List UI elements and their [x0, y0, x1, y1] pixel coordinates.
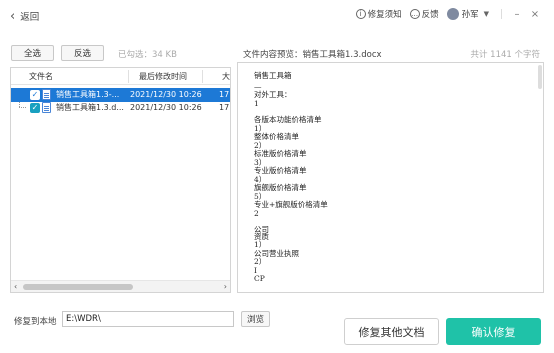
preview-line: 整体价格清单 — [254, 132, 299, 141]
preview-line: 专业版价格清单 — [254, 166, 307, 175]
preview-line: 对外工具： — [254, 90, 292, 99]
back-button[interactable]: ‹ 返回 — [10, 8, 40, 24]
file-modified: 2021/12/30 10:26 — [130, 90, 202, 99]
avatar — [446, 8, 459, 20]
column-header-modified[interactable]: 最后修改时间 — [139, 68, 187, 85]
user-name: 孙军 — [461, 10, 479, 20]
file-size: 17 — [219, 103, 230, 112]
checkbox-checked-icon[interactable]: ✓ — [30, 90, 40, 100]
repair-notice-button[interactable]: i 修复须知 — [355, 8, 402, 20]
file-name: 销售工具箱1.3-... — [56, 90, 120, 99]
document-icon — [42, 89, 51, 100]
char-count: 共计 1141 个字符 — [470, 50, 540, 60]
restore-path-input[interactable]: E:\WDR\ — [62, 311, 234, 327]
caret-down-icon: ▼ — [483, 10, 489, 18]
column-header-name[interactable]: 文件名 — [29, 68, 53, 85]
select-all-button[interactable]: 全选 — [11, 45, 54, 61]
restore-location-label: 修复到本地 — [14, 317, 57, 327]
scroll-thumb[interactable] — [23, 284, 133, 290]
checkbox-checked-icon[interactable]: ✓ — [30, 103, 40, 113]
preview-line: 旗舰版价格清单 — [254, 183, 307, 192]
file-row[interactable]: ✓ 销售工具箱1.3-... 2021/12/30 10:26 17 — [11, 88, 230, 102]
vertical-scrollbar[interactable] — [538, 65, 542, 89]
scroll-left-icon[interactable]: ‹ — [14, 282, 17, 291]
column-header-size[interactable]: 大 — [222, 68, 230, 85]
scroll-right-icon[interactable]: › — [224, 282, 227, 291]
repair-other-docs-button[interactable]: 修复其他文档 — [344, 318, 439, 345]
preview-line: 各版本功能价格清单 — [254, 115, 322, 124]
close-button[interactable]: × — [526, 9, 544, 20]
feedback-label: 反馈 — [421, 10, 439, 20]
preview-title: 文件内容预览：销售工具箱1.3.docx — [243, 50, 382, 60]
document-icon — [42, 102, 51, 113]
file-name: 销售工具箱1.3.d... — [56, 103, 124, 112]
title-bar-actions: i 修复须知 … 反馈 孙军 ▼ – × — [355, 8, 544, 20]
file-list[interactable]: 文件名 最后修改时间 大 ✓ 销售工具箱1.3-... 2021/12/30 1… — [10, 67, 231, 293]
preview-panel[interactable]: 销售工具箱 — 对外工具： 1 各版本功能价格清单 1） 整体价格清单 2） 标准版价格清单 3）… — [237, 62, 544, 293]
preview-line: 1） — [254, 240, 267, 249]
chat-icon: … — [409, 9, 420, 19]
info-icon: i — [355, 9, 366, 19]
file-list-header: 文件名 最后修改时间 大 — [11, 68, 230, 85]
preview-line: 标准版价格清单 — [254, 149, 307, 158]
selected-size-info: 已勾选：34 KB — [118, 50, 177, 60]
invert-selection-button[interactable]: 反选 — [61, 45, 104, 61]
preview-line: 销售工具箱 — [254, 71, 292, 80]
preview-line: 2 — [254, 209, 259, 218]
chevron-left-icon: ‹ — [10, 8, 16, 24]
file-size: 17 — [219, 90, 230, 99]
column-divider[interactable] — [128, 70, 129, 83]
file-row[interactable]: ✓ 销售工具箱1.3.d... 2021/12/30 10:26 17 — [11, 101, 230, 115]
title-bar: ‹ 返回 i 修复须知 … 反馈 孙军 ▼ – × — [0, 0, 554, 32]
divider — [501, 9, 502, 19]
horizontal-scrollbar[interactable]: ‹ › — [11, 280, 230, 292]
file-modified: 2021/12/30 10:26 — [130, 103, 202, 112]
browse-button[interactable]: 浏览 — [241, 311, 270, 327]
back-label: 返回 — [20, 12, 40, 23]
feedback-button[interactable]: … 反馈 — [409, 8, 439, 20]
confirm-repair-button[interactable]: 确认修复 — [446, 318, 541, 345]
column-divider[interactable] — [202, 70, 203, 83]
minimize-button[interactable]: – — [508, 9, 526, 20]
user-menu[interactable]: 孙军 ▼ — [446, 8, 489, 20]
preview-line: 2） — [254, 257, 267, 266]
preview-line: 专业+旗舰版价格清单 — [254, 200, 328, 209]
preview-line: CP — [254, 274, 265, 283]
preview-line: 1 — [254, 99, 259, 108]
repair-notice-label: 修复须知 — [367, 10, 402, 20]
